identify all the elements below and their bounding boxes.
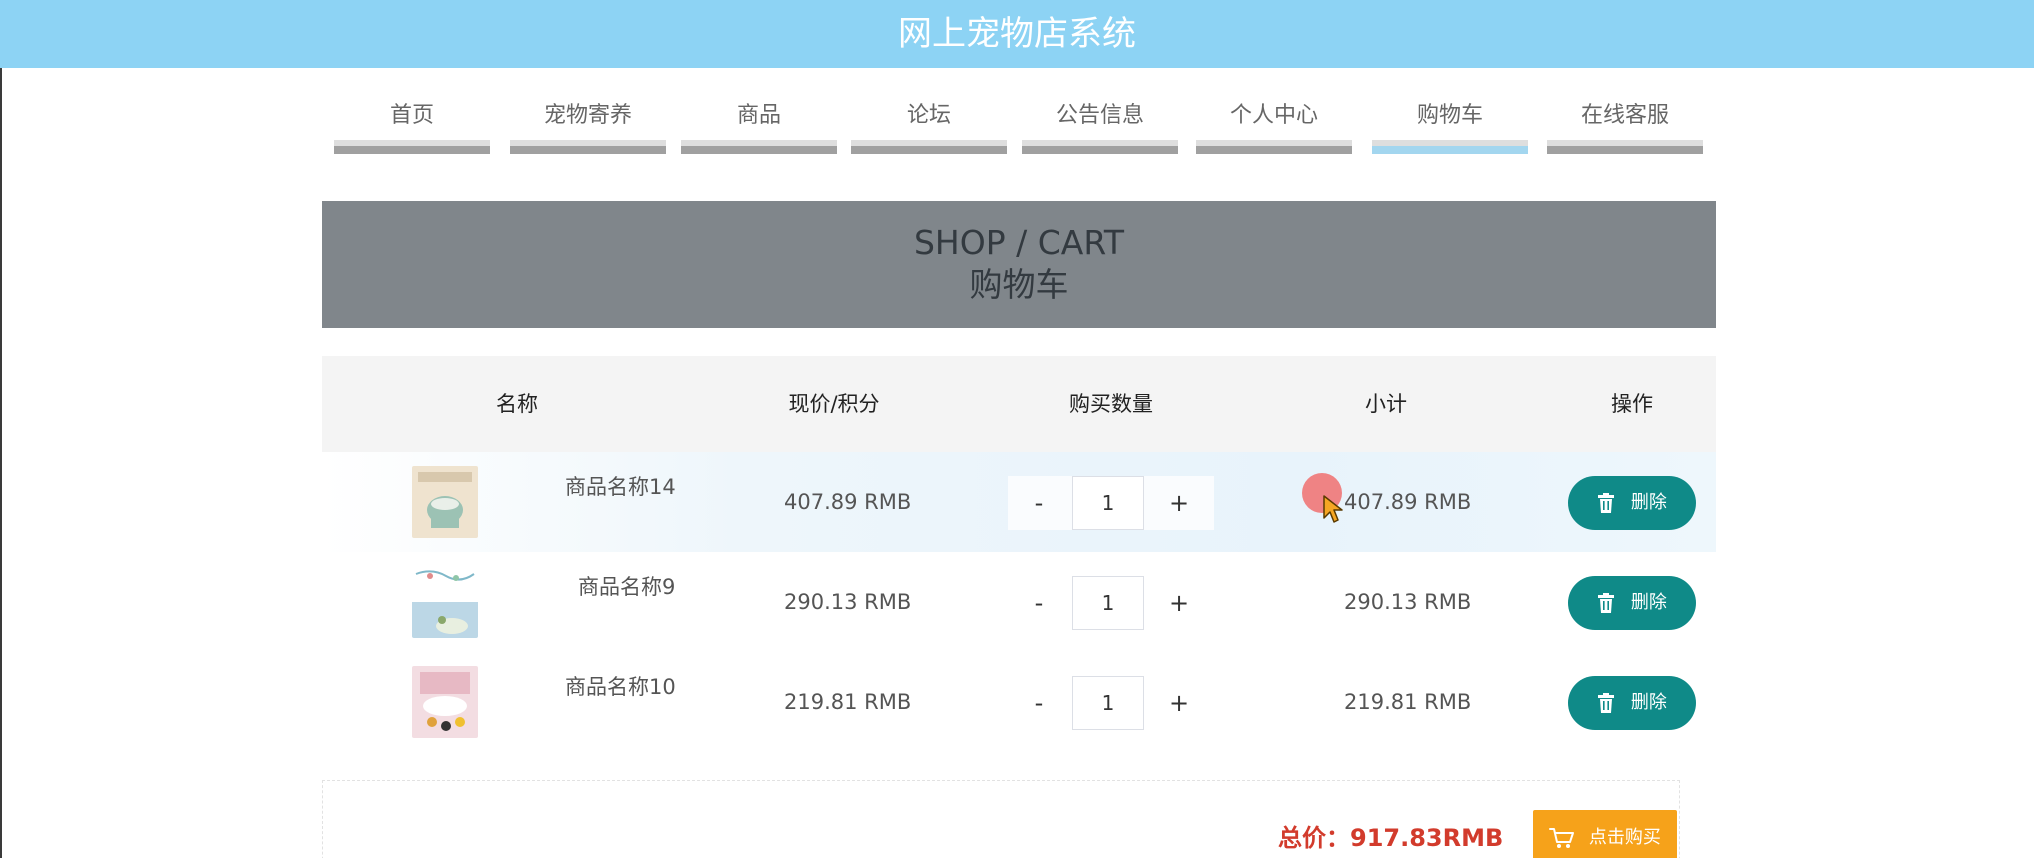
window-edge bbox=[0, 68, 2, 858]
column-header-quantity: 购买数量 bbox=[1069, 392, 1153, 416]
mouse-cursor-icon bbox=[1323, 495, 1343, 523]
table-row: 商品名称9 290.13 RMB - + 290.13 RMB 删除 bbox=[322, 552, 1716, 652]
nav-underline bbox=[1022, 140, 1178, 154]
column-header-subtotal: 小计 bbox=[1365, 392, 1407, 416]
delete-button-label: 删除 bbox=[1630, 692, 1667, 713]
nav-underline bbox=[1196, 140, 1352, 154]
nav-item-label: 公告信息 bbox=[1055, 103, 1144, 128]
product-name[interactable]: 商品名称14 bbox=[565, 452, 676, 522]
nav-underline bbox=[510, 140, 666, 154]
product-thumbnail bbox=[412, 666, 478, 738]
product-name[interactable]: 商品名称10 bbox=[565, 652, 676, 722]
delete-button[interactable]: 删除 bbox=[1568, 476, 1696, 530]
nav-item-announcements[interactable]: 公告信息 bbox=[1022, 96, 1178, 160]
cart-icon bbox=[1549, 828, 1575, 848]
banner-title-en: SHOP / CART bbox=[913, 223, 1125, 262]
total-price: 总价：917.83RMB bbox=[1278, 824, 1504, 852]
nav-item-profile[interactable]: 个人中心 bbox=[1196, 96, 1352, 160]
trash-icon bbox=[1598, 593, 1615, 613]
buy-button-label: 点击购买 bbox=[1588, 827, 1661, 848]
nav-item-forum[interactable]: 论坛 bbox=[851, 96, 1007, 160]
page-banner: SHOP / CART 购物车 bbox=[322, 201, 1716, 328]
product-price: 407.89 RMB bbox=[784, 490, 912, 514]
nav-underline bbox=[681, 140, 837, 154]
quantity-stepper: - + bbox=[1008, 676, 1214, 730]
decrease-quantity-button[interactable]: - bbox=[1008, 676, 1070, 730]
increase-quantity-button[interactable]: + bbox=[1148, 576, 1210, 630]
nav-underline bbox=[851, 140, 1007, 154]
decrease-quantity-button[interactable]: - bbox=[1008, 476, 1070, 530]
table-row: 商品名称10 219.81 RMB - + 219.81 RMB 删除 bbox=[322, 652, 1716, 752]
quantity-stepper: - + bbox=[1008, 576, 1214, 630]
delete-button[interactable]: 删除 bbox=[1568, 676, 1696, 730]
quantity-stepper: - + bbox=[1008, 476, 1214, 530]
trash-icon bbox=[1598, 693, 1615, 713]
nav-item-cart[interactable]: 购物车 bbox=[1372, 96, 1528, 160]
product-thumbnail bbox=[412, 466, 478, 538]
delete-button-label: 删除 bbox=[1630, 492, 1667, 513]
nav-item-pet-boarding[interactable]: 宠物寄养 bbox=[510, 96, 666, 160]
cart-table-header: 名称 现价/积分 购买数量 小计 操作 bbox=[322, 356, 1716, 452]
product-price: 219.81 RMB bbox=[784, 690, 912, 714]
column-header-name: 名称 bbox=[496, 392, 538, 416]
nav-item-label: 个人中心 bbox=[1229, 103, 1318, 128]
nav-item-label: 购物车 bbox=[1416, 103, 1483, 128]
nav-item-label: 商品 bbox=[736, 103, 781, 128]
product-thumbnail bbox=[412, 566, 478, 638]
site-title: 网上宠物店系统 bbox=[898, 14, 1136, 54]
column-header-price: 现价/积分 bbox=[788, 392, 880, 416]
nav-item-label: 在线客服 bbox=[1580, 103, 1669, 128]
decrease-quantity-button[interactable]: - bbox=[1008, 576, 1070, 630]
delete-button[interactable]: 删除 bbox=[1568, 576, 1696, 630]
nav-underline bbox=[1547, 140, 1703, 154]
nav-item-home[interactable]: 首页 bbox=[334, 96, 490, 160]
nav-underline-active bbox=[1372, 140, 1528, 154]
quantity-input[interactable] bbox=[1072, 576, 1144, 630]
nav-item-label: 宠物寄养 bbox=[543, 103, 632, 128]
product-price: 290.13 RMB bbox=[784, 590, 912, 614]
trash-icon bbox=[1598, 493, 1615, 513]
row-subtotal: 290.13 RMB bbox=[1344, 590, 1472, 614]
increase-quantity-button[interactable]: + bbox=[1148, 676, 1210, 730]
row-subtotal: 407.89 RMB bbox=[1344, 490, 1472, 514]
quantity-input[interactable] bbox=[1072, 476, 1144, 530]
nav-item-label: 论坛 bbox=[906, 103, 951, 128]
delete-button-label: 删除 bbox=[1630, 592, 1667, 613]
nav-item-label: 首页 bbox=[389, 103, 434, 128]
buy-button[interactable]: 点击购买 bbox=[1533, 810, 1677, 858]
nav-item-customer-service[interactable]: 在线客服 bbox=[1547, 96, 1703, 160]
nav-underline bbox=[334, 140, 490, 154]
increase-quantity-button[interactable]: + bbox=[1148, 476, 1210, 530]
product-name[interactable]: 商品名称9 bbox=[578, 552, 675, 622]
quantity-input[interactable] bbox=[1072, 676, 1144, 730]
column-header-actions: 操作 bbox=[1611, 392, 1653, 416]
main-nav: 首页 宠物寄养 商品 论坛 公告信息 个人中心 购物车 在线客服 bbox=[334, 96, 1706, 160]
nav-item-products[interactable]: 商品 bbox=[681, 96, 837, 160]
row-subtotal: 219.81 RMB bbox=[1344, 690, 1472, 714]
banner-title-cn: 购物车 bbox=[969, 265, 1069, 304]
table-row: 商品名称14 407.89 RMB - + 407.89 RMB 删除 bbox=[322, 452, 1716, 552]
